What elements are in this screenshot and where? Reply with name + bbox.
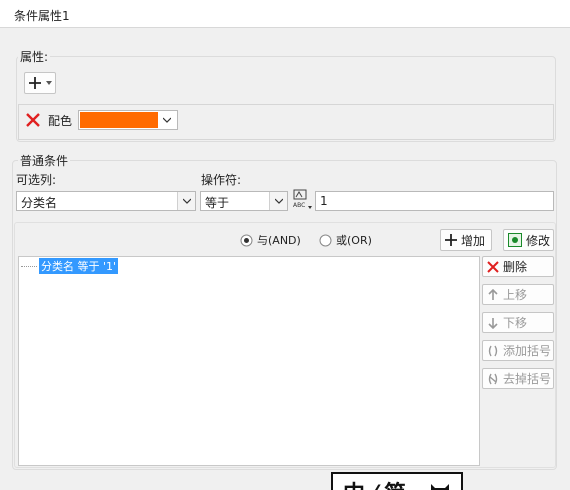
color-swatch: [80, 112, 158, 128]
value-input[interactable]: 1: [315, 191, 554, 211]
modify-condition-button[interactable]: 修改: [503, 229, 554, 251]
operator-value: 等于: [205, 196, 230, 210]
modify-condition-label: 修改: [526, 233, 551, 248]
ime-toolbar[interactable]: 中 ⁄ 简: [331, 472, 463, 490]
delete-button[interactable]: 删除: [482, 256, 554, 277]
and-label: 与(AND): [257, 234, 301, 247]
radio-selected-icon: [240, 234, 253, 246]
parentheses-icon: [488, 345, 498, 356]
svg-text:ABC: ABC: [293, 202, 305, 209]
operator-dropdown-button[interactable]: [269, 192, 287, 210]
color-picker[interactable]: [78, 110, 178, 130]
add-condition-label: 增加: [461, 233, 486, 248]
column-label: 可选列:: [16, 173, 57, 187]
chevron-down-icon: [163, 117, 171, 123]
edit-icon: [508, 233, 522, 247]
column-select[interactable]: 分类名: [16, 191, 196, 211]
value-input-text: 1: [320, 194, 328, 208]
conditions-legend: 普通条件: [18, 152, 71, 169]
and-radio[interactable]: 与(AND): [240, 232, 301, 248]
add-bracket-button[interactable]: 添加括号: [482, 340, 554, 361]
color-label: 配色: [48, 114, 73, 128]
delete-label: 删除: [503, 260, 528, 274]
properties-legend: 属性:: [18, 48, 51, 65]
remove-bracket-button[interactable]: 去掉括号: [482, 368, 554, 389]
move-up-button[interactable]: 上移: [482, 284, 554, 305]
condition-list[interactable]: 分类名 等于 '1': [18, 256, 480, 466]
operator-select[interactable]: 等于: [200, 191, 288, 211]
delete-icon: [487, 260, 499, 273]
column-value: 分类名: [21, 196, 58, 210]
column-dropdown-button[interactable]: [177, 192, 195, 210]
or-label: 或(OR): [336, 234, 372, 247]
chevron-down-icon: [183, 198, 191, 204]
remove-color-icon[interactable]: [25, 112, 41, 128]
tree-line: [21, 265, 37, 267]
arrow-down-icon: [488, 317, 498, 329]
plus-icon: [29, 77, 41, 89]
plus-icon: [445, 234, 457, 246]
chevron-down-icon: [275, 198, 283, 204]
window-title: 条件属性1: [14, 9, 70, 23]
list-item[interactable]: 分类名 等于 '1': [21, 258, 119, 274]
ime-toolbar-text: 中 ⁄ 简: [343, 476, 406, 490]
add-bracket-label: 添加括号: [503, 344, 552, 358]
add-condition-button[interactable]: 增加: [440, 229, 492, 251]
add-property-button[interactable]: [24, 72, 56, 94]
chevron-down-icon: [46, 81, 52, 85]
remove-bracket-label: 去掉括号: [503, 372, 552, 386]
cat-icon: [431, 484, 449, 490]
value-type-icon[interactable]: ABC: [291, 188, 313, 210]
move-down-label: 下移: [503, 316, 528, 330]
list-item-text: 分类名 等于 '1': [39, 258, 119, 274]
title-bar: 条件属性1: [0, 0, 570, 28]
remove-parentheses-icon: [488, 373, 498, 384]
arrow-up-icon: [488, 288, 498, 300]
or-radio[interactable]: 或(OR): [319, 232, 372, 248]
radio-unselected-icon: [319, 234, 332, 246]
move-down-button[interactable]: 下移: [482, 312, 554, 333]
move-up-label: 上移: [503, 288, 528, 302]
operator-label: 操作符:: [201, 173, 242, 187]
